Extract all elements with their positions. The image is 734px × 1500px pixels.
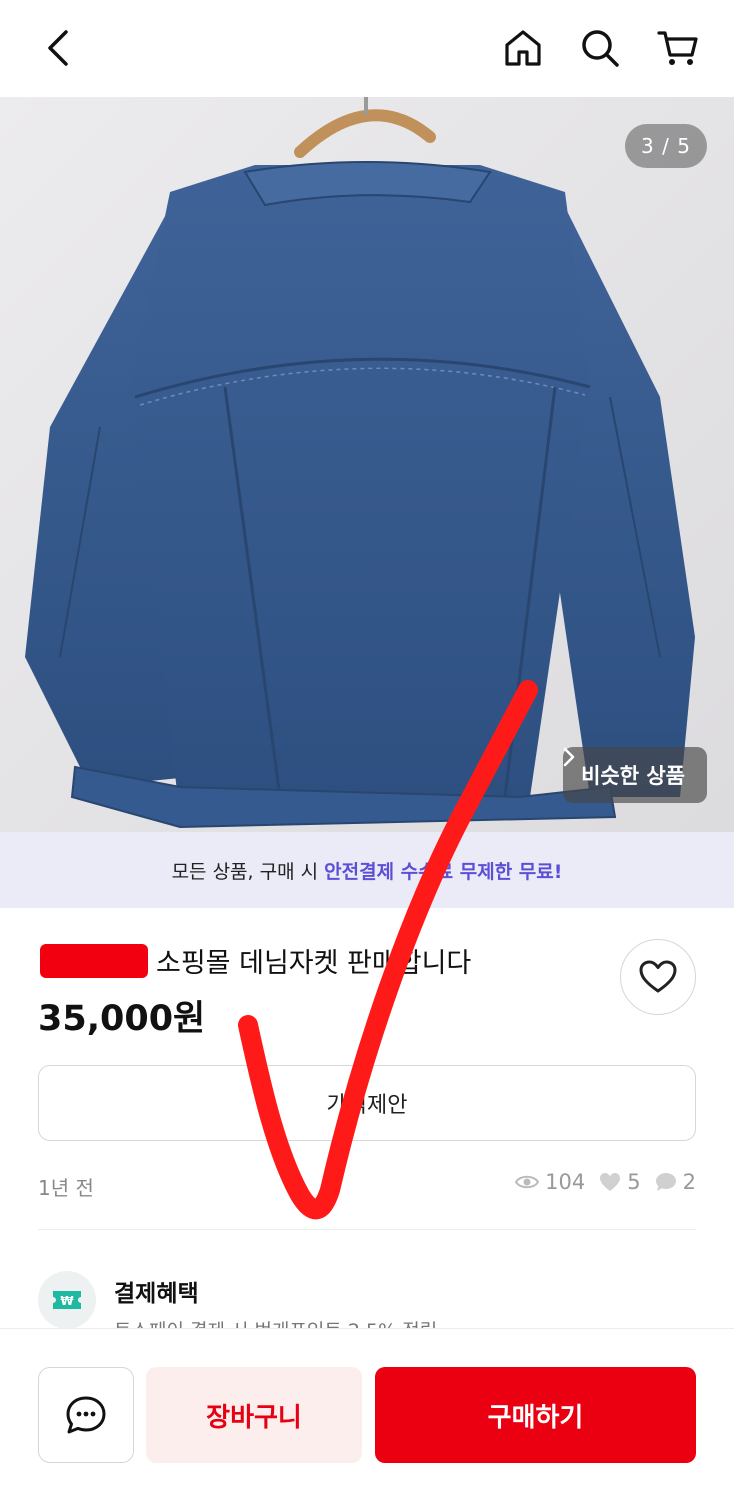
banner-highlight: 안전결제 수수료 무제한 무료!	[324, 860, 563, 883]
top-bar	[0, 0, 734, 97]
section-divider	[38, 1229, 696, 1230]
banner-text: 모든 상품, 구매 시	[171, 860, 325, 883]
cart-icon	[657, 31, 698, 65]
safe-payment-banner[interactable]: 모든 상품, 구매 시 안전결제 수수료 무제한 무료!	[0, 832, 734, 908]
chat-count: 2	[655, 1170, 696, 1194]
product-price: 35,000원	[38, 999, 206, 1039]
payment-benefit-title: 결제혜택	[114, 1281, 199, 1307]
similar-products-button[interactable]: 비슷한 상품	[563, 747, 707, 803]
like-button[interactable]	[620, 939, 696, 1015]
bottom-action-bar: 장바구니 구매하기	[0, 1328, 734, 1500]
won-ticket-icon: ₩	[53, 1291, 81, 1309]
product-title: 소핑몰 데님자켓 판매합니다	[40, 941, 471, 980]
image-counter: 3 / 5	[625, 124, 707, 168]
like-count-value: 5	[627, 1170, 641, 1194]
chat-count-value: 2	[682, 1170, 696, 1194]
heart-icon	[639, 960, 677, 993]
home-button[interactable]	[495, 20, 551, 76]
view-count: 104	[515, 1170, 585, 1194]
view-count-value: 104	[545, 1170, 586, 1194]
chevron-right-icon	[563, 747, 575, 767]
svg-text:₩: ₩	[60, 1294, 74, 1308]
heart-filled-icon	[600, 1173, 621, 1191]
chat-icon	[66, 1396, 106, 1434]
search-icon	[582, 30, 619, 67]
chat-bubble-icon	[655, 1173, 676, 1191]
home-icon	[505, 30, 541, 66]
add-to-cart-button[interactable]: 장바구니	[146, 1367, 362, 1463]
cart-button[interactable]	[650, 20, 706, 76]
product-stats: 104 5 2	[507, 1170, 696, 1194]
denim-jacket-photo	[0, 97, 734, 832]
eye-icon	[515, 1175, 540, 1189]
payment-benefit-icon: ₩	[38, 1271, 96, 1329]
redacted-seller-name	[40, 944, 148, 978]
search-button[interactable]	[572, 20, 628, 76]
back-button[interactable]	[30, 20, 86, 76]
buy-now-button[interactable]: 구매하기	[375, 1367, 696, 1463]
chat-button[interactable]	[38, 1367, 134, 1463]
product-title-text: 소핑몰 데님자켓 판매합니다	[156, 948, 472, 979]
posted-time: 1년 전	[38, 1176, 94, 1200]
product-image-carousel[interactable]: 3 / 5 비슷한 상품	[0, 97, 734, 832]
price-offer-button[interactable]: 가격제안	[38, 1065, 696, 1141]
similar-products-label: 비슷한 상품	[581, 764, 685, 788]
chevron-left-icon	[48, 30, 68, 66]
like-count: 5	[599, 1170, 641, 1194]
